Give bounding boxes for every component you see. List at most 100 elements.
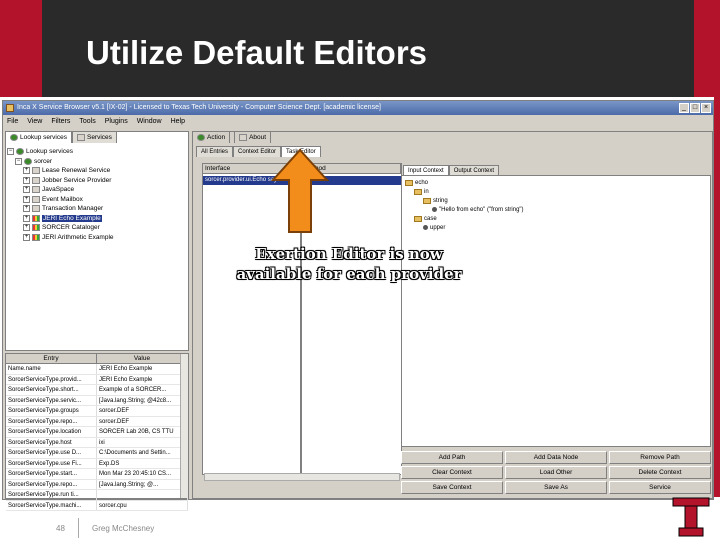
entry-cell: SorcerServiceType.host bbox=[6, 437, 97, 447]
value-cell: sorcer.DEF bbox=[97, 406, 188, 416]
expand-icon[interactable]: + bbox=[23, 224, 30, 232]
expand-icon[interactable]: + bbox=[23, 233, 30, 241]
value-cell: Exp.DS bbox=[97, 458, 188, 468]
table-row[interactable]: SorcerServiceType.repo... [Java.lang.Stri… bbox=[6, 479, 188, 490]
properties-table: Entry Value Name.name JERI Echo Example So… bbox=[5, 353, 189, 511]
save-as-button[interactable]: Save As bbox=[505, 481, 607, 494]
context-node[interactable]: in bbox=[405, 187, 524, 196]
expand-icon[interactable]: + bbox=[23, 214, 30, 222]
footer-divider bbox=[78, 518, 79, 538]
table-row[interactable]: SorcerServiceType.short... Example of a S… bbox=[6, 385, 188, 396]
sorcer-service-icon bbox=[32, 214, 40, 222]
author-name: Greg McChesney bbox=[92, 524, 155, 533]
tab-lookup-services[interactable]: Lookup services bbox=[5, 131, 72, 143]
folder-icon bbox=[405, 179, 413, 186]
tree-item[interactable]: + SORCER Cataloger bbox=[7, 223, 187, 233]
menu-plugins[interactable]: Plugins bbox=[105, 115, 128, 128]
entry-cell: SorcerServiceType.short... bbox=[6, 385, 97, 395]
tree-item[interactable]: + Lease Renewal Service bbox=[7, 166, 187, 176]
tree-item[interactable]: + Transaction Manager bbox=[7, 204, 187, 214]
table-row[interactable]: SorcerServiceType.servic... [Java.lang.St… bbox=[6, 395, 188, 406]
tree-item[interactable]: + JERI Arithmetic Example bbox=[7, 233, 187, 243]
table-row[interactable]: SorcerServiceType.groups sorcer.DEF bbox=[6, 406, 188, 417]
value-cell: sorcer.cpu bbox=[97, 500, 188, 510]
table-row[interactable]: SorcerServiceType.provid... JERI Echo Exa… bbox=[6, 374, 188, 385]
minimize-icon[interactable]: _ bbox=[679, 103, 689, 113]
entry-cell: SorcerServiceType.location bbox=[6, 427, 97, 437]
context-node[interactable]: echo bbox=[405, 178, 524, 187]
value-cell bbox=[97, 490, 188, 500]
column-entry[interactable]: Entry bbox=[6, 354, 97, 363]
tree-item[interactable]: + Event Mailbox bbox=[7, 195, 187, 205]
table-row[interactable]: SorcerServiceType.location SORCER Lab 20B… bbox=[6, 427, 188, 438]
table-row[interactable]: SorcerServiceType.use D... C:\Documents a… bbox=[6, 448, 188, 459]
tree-group[interactable]: − sorcer bbox=[7, 157, 187, 167]
entry-cell: SorcerServiceType.provid... bbox=[6, 374, 97, 384]
horizontal-scrollbar[interactable] bbox=[204, 473, 400, 481]
table-row[interactable]: Name.name JERI Echo Example bbox=[6, 364, 188, 375]
table-row[interactable]: SorcerServiceType.host ixi bbox=[6, 437, 188, 448]
service-icon bbox=[32, 195, 40, 203]
entry-cell: SorcerServiceType.servic... bbox=[6, 395, 97, 405]
tree-root[interactable]: − Lookup services bbox=[7, 147, 187, 157]
properties-rows: Name.name JERI Echo Example SorcerServiceT… bbox=[6, 364, 188, 511]
entry-cell: SorcerServiceType.machi... bbox=[6, 500, 97, 510]
menu-view[interactable]: View bbox=[27, 115, 42, 128]
value-cell: C:\Documents and Settin... bbox=[97, 448, 188, 458]
entry-cell: SorcerServiceType.repo... bbox=[6, 479, 97, 489]
close-icon[interactable]: × bbox=[701, 103, 711, 113]
tree-item[interactable]: + JavaSpace bbox=[7, 185, 187, 195]
folder-icon bbox=[414, 188, 422, 195]
add-path-button[interactable]: Add Path bbox=[401, 451, 503, 464]
tab-services[interactable]: Services bbox=[71, 131, 117, 143]
expand-icon[interactable]: + bbox=[23, 186, 30, 194]
group-icon bbox=[24, 157, 32, 165]
expand-icon[interactable]: + bbox=[23, 167, 30, 175]
table-row[interactable]: SorcerServiceType.repo... sorcer.DEF bbox=[6, 416, 188, 427]
add-data-node-button[interactable]: Add Data Node bbox=[505, 451, 607, 464]
collapse-icon[interactable]: − bbox=[15, 157, 22, 165]
service-icon bbox=[32, 205, 40, 213]
table-row[interactable]: SorcerServiceType.use Fi... Exp.DS bbox=[6, 458, 188, 469]
context-node[interactable]: case bbox=[405, 214, 524, 223]
menu-file[interactable]: File bbox=[7, 115, 18, 128]
sorcer-service-icon bbox=[32, 233, 40, 241]
about-button[interactable]: About bbox=[234, 131, 272, 143]
app-window: Inca X Service Browser v5.1 [IX-02] - Li… bbox=[2, 100, 714, 511]
table-row[interactable]: SorcerServiceType.run ti... bbox=[6, 490, 188, 501]
clear-context-button[interactable]: Clear Context bbox=[401, 466, 503, 479]
remove-path-button[interactable]: Remove Path bbox=[609, 451, 711, 464]
menu-window[interactable]: Window bbox=[137, 115, 162, 128]
tab-output-context[interactable]: Output Context bbox=[448, 165, 500, 175]
tree-item[interactable]: + Jobber Service Provider bbox=[7, 176, 187, 186]
menu-filters[interactable]: Filters bbox=[51, 115, 70, 128]
leaf-icon bbox=[423, 225, 428, 230]
value-cell: Example of a SORCER... bbox=[97, 385, 188, 395]
service-button[interactable]: Service bbox=[609, 481, 711, 494]
expand-icon[interactable]: + bbox=[23, 195, 30, 203]
action-button[interactable]: Action bbox=[192, 131, 231, 143]
maximize-icon[interactable]: □ bbox=[690, 103, 700, 113]
vertical-scrollbar[interactable] bbox=[180, 354, 188, 498]
collapse-icon[interactable]: − bbox=[7, 148, 14, 156]
service-tree: − Lookup services − sorcer + Lease Renewal … bbox=[7, 147, 187, 242]
context-node[interactable]: string bbox=[405, 196, 524, 205]
column-value[interactable]: Value bbox=[97, 354, 188, 363]
expand-icon[interactable]: + bbox=[23, 205, 30, 213]
context-node[interactable]: "Hello from echo" ("from string") bbox=[405, 205, 524, 214]
context-node-label: echo bbox=[415, 179, 429, 186]
table-row[interactable]: SorcerServiceType.start... Mon Mar 23 20:… bbox=[6, 469, 188, 480]
delete-context-button[interactable]: Delete Context bbox=[609, 466, 711, 479]
tab-all-entries[interactable]: All Entries bbox=[196, 146, 234, 157]
tab-input-context[interactable]: Input Context bbox=[403, 165, 449, 175]
value-cell: Mon Mar 23 20:45:10 CS... bbox=[97, 469, 188, 479]
load-other-button[interactable]: Load Other bbox=[505, 466, 607, 479]
save-context-button[interactable]: Save Context bbox=[401, 481, 503, 494]
menu-help[interactable]: Help bbox=[171, 115, 185, 128]
tree-item-selected[interactable]: + JERI Echo Example bbox=[7, 214, 187, 224]
expand-icon[interactable]: + bbox=[23, 176, 30, 184]
properties-header: Entry Value bbox=[6, 354, 188, 364]
lookup-icon bbox=[16, 148, 24, 156]
menu-tools[interactable]: Tools bbox=[79, 115, 95, 128]
context-node[interactable]: upper bbox=[405, 223, 524, 232]
